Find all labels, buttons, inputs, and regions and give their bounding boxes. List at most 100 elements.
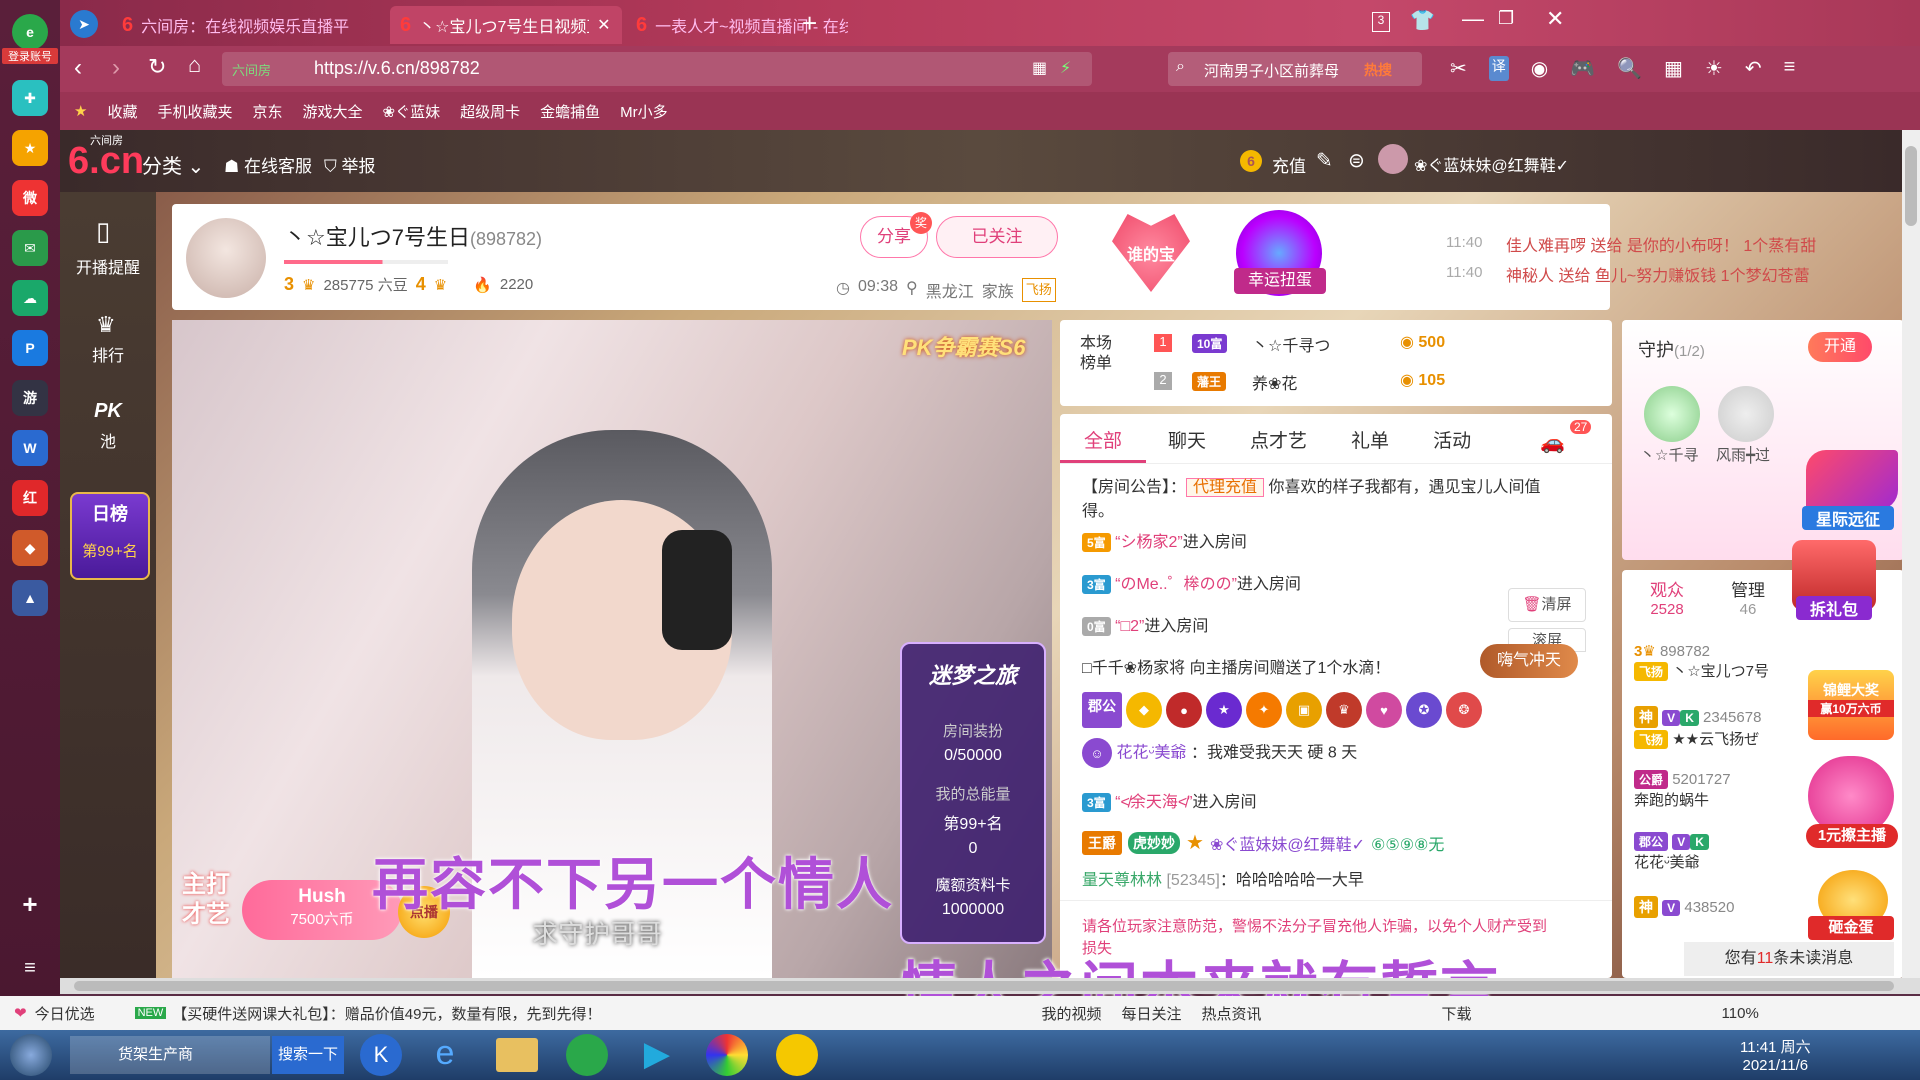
- atmosphere-button[interactable]: 嗨气冲天: [1480, 644, 1578, 678]
- chat-user[interactable]: “のMe..゜桳のの”: [1115, 576, 1237, 593]
- forward-icon[interactable]: ›: [112, 54, 120, 82]
- back-icon[interactable]: ‹: [74, 54, 82, 82]
- start-remind-button[interactable]: 开播提醒: [60, 254, 156, 278]
- search-bar[interactable]: ⌕ 河南男子小区前葬母 热搜: [1168, 52, 1422, 86]
- car-icon[interactable]: 🚗: [1540, 430, 1565, 455]
- video-player[interactable]: PK争霸赛S6 迷梦之旅 房间装扮 0/50000 我的总能量 第99+名 0 …: [172, 320, 1052, 978]
- clear-screen-button[interactable]: 🗑清屏: [1508, 588, 1586, 622]
- username[interactable]: ❀ぐ蓝妹妹@红舞鞋✓: [1414, 152, 1569, 176]
- coin-icon[interactable]: ◉: [1531, 56, 1548, 81]
- mail-icon[interactable]: ✉: [12, 230, 48, 266]
- bookmark-item[interactable]: ❀ぐ蓝妹: [383, 101, 441, 122]
- bookmark-item[interactable]: Mr小多: [620, 101, 668, 122]
- today-picks[interactable]: 今日优选: [35, 1003, 95, 1024]
- window-close-icon[interactable]: ✕: [1546, 6, 1564, 32]
- tab-gifts[interactable]: 礼单: [1329, 414, 1411, 463]
- redbook-icon[interactable]: 红: [12, 480, 48, 516]
- bookmark-item[interactable]: 收藏: [107, 101, 137, 122]
- lucky-egg-label[interactable]: 幸运扭蛋: [1234, 268, 1326, 294]
- download-link[interactable]: 下载: [1442, 1003, 1472, 1024]
- tab-audience[interactable]: 观众 2528: [1632, 576, 1702, 618]
- taskbar-search-button[interactable]: 搜索一下: [272, 1036, 344, 1074]
- tab-request[interactable]: 点才艺: [1228, 414, 1329, 463]
- gift-icon[interactable]: ♥: [1366, 692, 1402, 728]
- tab-0[interactable]: 6 六间房：在线视频娱乐直播平: [112, 6, 386, 44]
- weibo-icon[interactable]: 微: [12, 180, 48, 216]
- shirt-icon[interactable]: 👕: [1410, 8, 1435, 33]
- audience-item[interactable]: 3♛ 898782 飞扬 丶☆宝儿つ7号: [1634, 642, 1769, 681]
- hot-search-tag[interactable]: 热搜: [1364, 60, 1392, 80]
- chat-user[interactable]: “□2”: [1115, 618, 1144, 635]
- tab-all[interactable]: 全部: [1060, 414, 1147, 463]
- brightness-icon[interactable]: ☀: [1705, 56, 1723, 81]
- message-icon[interactable]: ⊜: [1348, 148, 1365, 173]
- color-app-icon[interactable]: [706, 1034, 748, 1076]
- chat-user[interactable]: 花花ᵕ̈美爺: [1116, 745, 1186, 762]
- menu-icon[interactable]: ≡: [12, 950, 48, 986]
- qr-icon[interactable]: ▦: [1032, 58, 1047, 78]
- scroll-thumb[interactable]: [1905, 146, 1917, 226]
- pk-label[interactable]: PK: [60, 400, 156, 423]
- audience-item[interactable]: 公爵 5201727 奔跑的蜗牛: [1634, 770, 1731, 810]
- star-event-label[interactable]: 星际远征: [1802, 506, 1894, 530]
- home-icon[interactable]: ⌂: [188, 52, 201, 78]
- p-app-icon[interactable]: P: [12, 330, 48, 366]
- gift-icon[interactable]: ★: [1206, 692, 1242, 728]
- my-video-link[interactable]: 我的视频: [1041, 1003, 1101, 1024]
- horizontal-scrollbar[interactable]: [60, 978, 1920, 994]
- service-link[interactable]: ☗ 在线客服: [224, 152, 312, 177]
- hot-news-link[interactable]: 热点资讯: [1202, 1003, 1262, 1024]
- minimize-icon[interactable]: —: [1462, 6, 1484, 32]
- magnifier-icon[interactable]: 🔍: [1617, 56, 1642, 81]
- grid-icon[interactable]: ▦: [1664, 56, 1683, 81]
- gift-icon[interactable]: ◆: [1126, 692, 1162, 728]
- ranking-button[interactable]: 排行: [60, 342, 156, 366]
- game3-icon[interactable]: ▲: [12, 580, 48, 616]
- guard-avatar[interactable]: [1718, 386, 1774, 442]
- anchor-avatar[interactable]: [186, 218, 266, 298]
- doc-app-icon[interactable]: W: [12, 430, 48, 466]
- tab-chat[interactable]: 聊天: [1146, 414, 1228, 463]
- browser-icon[interactable]: [566, 1034, 608, 1076]
- search-icon[interactable]: ⌕: [1176, 58, 1185, 76]
- star-app-icon[interactable]: ★: [12, 130, 48, 166]
- open-guard-button[interactable]: 开通: [1808, 332, 1872, 362]
- add-icon[interactable]: +: [12, 886, 48, 922]
- notice-tag[interactable]: 代理充值: [1186, 478, 1265, 497]
- tab-1[interactable]: 6 丶☆宝儿つ7号生日视频直播间 ✕: [390, 6, 622, 44]
- event-panel[interactable]: 迷梦之旅 房间装扮 0/50000 我的总能量 第99+名 0 魔额资料卡 10…: [900, 642, 1046, 944]
- report-link[interactable]: ⛉ 举报: [324, 152, 375, 177]
- gift-pack-label[interactable]: 拆礼包: [1796, 596, 1872, 620]
- edit-icon[interactable]: ✎: [1316, 148, 1333, 173]
- ie-logo-icon[interactable]: e: [12, 14, 48, 50]
- gift-icon[interactable]: ♛: [1326, 692, 1362, 728]
- gift-icon[interactable]: ✦: [1246, 692, 1282, 728]
- chat-user[interactable]: “シ杨家2”: [1115, 534, 1183, 551]
- k-app-icon[interactable]: K: [360, 1034, 402, 1076]
- guard-avatar[interactable]: [1644, 386, 1700, 442]
- ad-text[interactable]: 【买硬件送网课大礼包】：赠品价值49元，数量有限，先到先得！: [172, 1003, 601, 1024]
- clock[interactable]: 11:41 周六 2021/11/6: [1740, 1036, 1811, 1074]
- audience-item[interactable]: 神 VK 2345678 飞扬 ★★云飞扬ぜ: [1634, 706, 1761, 749]
- folder-icon[interactable]: [496, 1038, 538, 1072]
- heart-activity[interactable]: 谁的宝: [1112, 214, 1190, 292]
- game2-icon[interactable]: ◆: [12, 530, 48, 566]
- category-menu[interactable]: 分类 ⌄: [142, 150, 204, 179]
- reload-icon[interactable]: ↻: [148, 54, 166, 80]
- search-input[interactable]: 河南男子小区前葬母: [1204, 60, 1339, 81]
- lightning-icon[interactable]: ⚡: [1060, 58, 1071, 78]
- ie-icon[interactable]: e: [424, 1034, 466, 1076]
- follow-button[interactable]: 已关注: [936, 216, 1058, 258]
- guard-name[interactable]: 丶☆千寻: [1640, 444, 1698, 465]
- gift-icon[interactable]: ▣: [1286, 692, 1322, 728]
- undo-icon[interactable]: ↶: [1745, 56, 1762, 81]
- rank-label[interactable]: 本场榜单: [1076, 334, 1116, 374]
- recharge-link[interactable]: 充值: [1272, 152, 1306, 177]
- unread-messages[interactable]: 您有11条未读消息: [1684, 942, 1894, 976]
- chat-user[interactable]: 量天尊林林: [1082, 872, 1162, 889]
- bookmark-item[interactable]: 手机收藏夹: [157, 101, 232, 122]
- face-app-icon[interactable]: [776, 1034, 818, 1076]
- rank-name[interactable]: 丶☆千寻つ: [1252, 332, 1330, 356]
- cloud-icon[interactable]: ☁: [12, 280, 48, 316]
- login-account-label[interactable]: 登录账号: [2, 48, 58, 64]
